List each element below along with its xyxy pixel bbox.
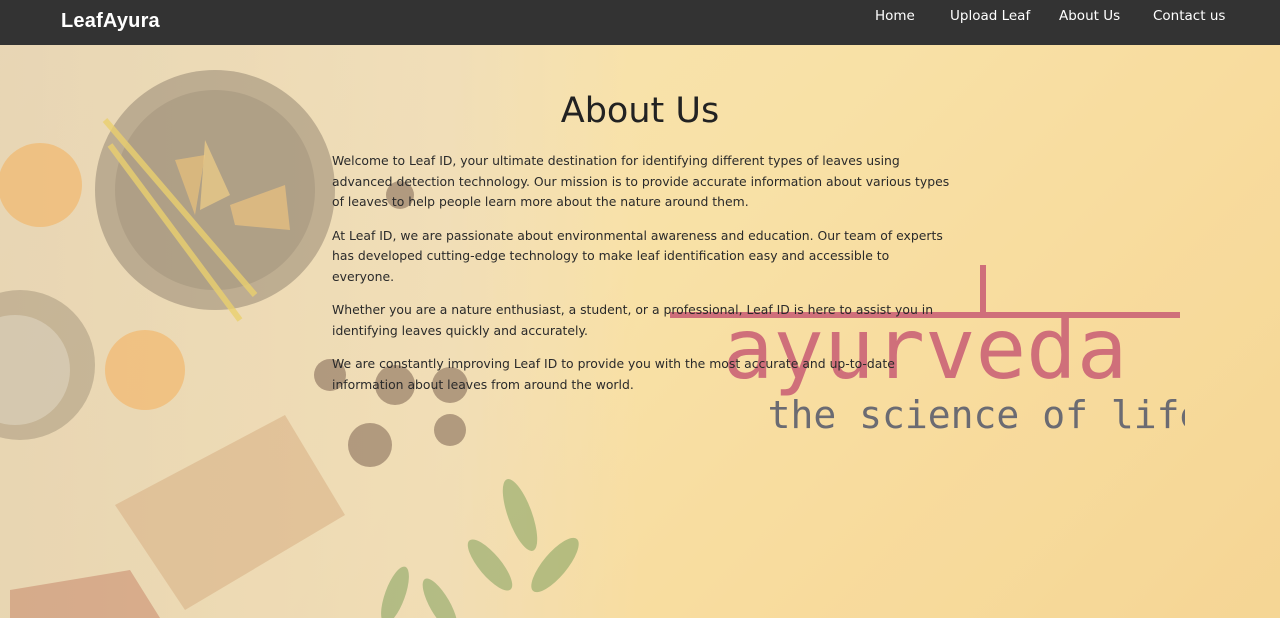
nav-upload-leaf[interactable]: Upload Leaf [950,8,1030,24]
navbar: LeafAyura Home Upload Leaf About Us Cont… [0,0,1280,45]
about-paragraph: Whether you are a nature enthusiast, a s… [332,302,934,338]
about-paragraph: Welcome to Leaf ID, your ultimate destin… [332,153,950,209]
about-content: Welcome to Leaf ID, your ultimate destin… [332,151,952,408]
nav-home[interactable]: Home [875,8,915,24]
about-paragraph: At Leaf ID, we are passionate about envi… [332,227,943,284]
background-image: ayurveda the science of life About Us We… [0,45,1280,618]
nav-about-us[interactable]: About Us [1059,8,1120,24]
nav-contact-us[interactable]: Contact us [1153,8,1225,24]
page-title: About Us [560,91,720,131]
about-paragraph: We are constantly improving Leaf ID to p… [332,356,895,392]
brand-logo[interactable]: LeafAyura [61,10,160,33]
